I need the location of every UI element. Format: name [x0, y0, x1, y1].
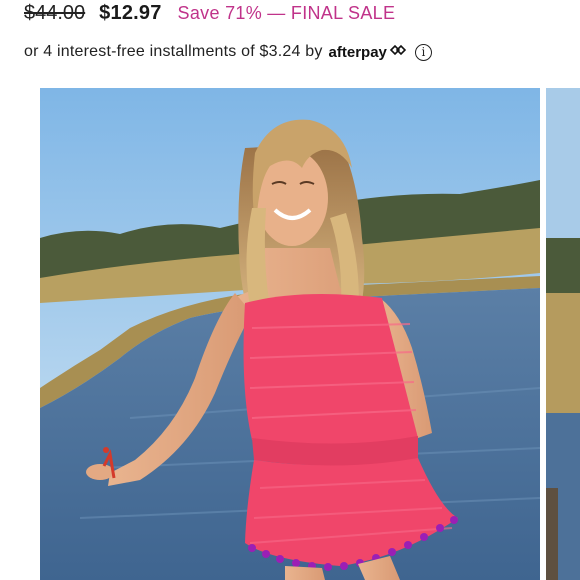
original-price: $44.00: [24, 2, 86, 24]
discount-label: Save 71% — FINAL SALE: [177, 3, 396, 23]
product-photo-next[interactable]: [546, 88, 580, 580]
installments-row: or 4 interest-free installments of $3.24…: [24, 40, 432, 64]
sale-price: $12.97: [99, 2, 162, 24]
info-icon[interactable]: i: [414, 43, 432, 61]
afterpay-arrows-icon: [389, 43, 407, 61]
installments-text: or 4 interest-free installments of $3.24…: [24, 43, 323, 60]
price-row: $44.00 $12.97 Save 71% — FINAL SALE: [24, 2, 395, 30]
product-photo-main[interactable]: [40, 88, 540, 580]
afterpay-logo[interactable]: afterpay: [329, 44, 387, 61]
